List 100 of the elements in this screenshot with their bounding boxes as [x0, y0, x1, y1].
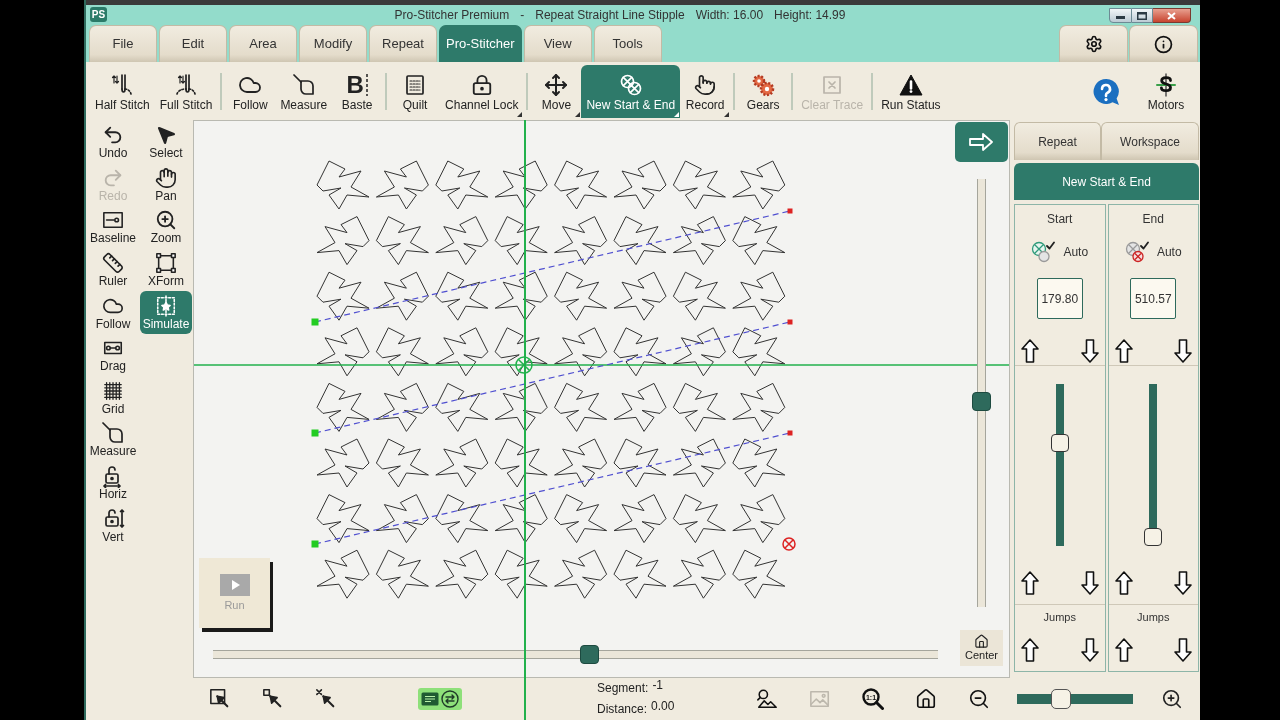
end-point-icon	[782, 537, 796, 551]
down-arrow-icon[interactable]	[1080, 339, 1099, 363]
up-arrow-icon[interactable]	[1114, 571, 1133, 595]
slider-thumb[interactable]	[971, 391, 991, 411]
panel-tab[interactable]: Workspace	[1101, 122, 1199, 160]
transform-frame-icon	[155, 252, 177, 275]
center-button[interactable]: Center	[960, 630, 1003, 666]
slider-thumb[interactable]	[1050, 689, 1071, 709]
title-dash: -	[520, 6, 525, 24]
slider-thumb[interactable]	[580, 645, 600, 664]
toolbar-button[interactable]: Run Status	[876, 65, 946, 118]
dimension-text: Height: 14.99	[774, 6, 846, 24]
crossed-circles-icon	[618, 72, 643, 97]
tool-button[interactable]: Undo	[87, 121, 139, 164]
tool-button[interactable]: Zoom	[140, 206, 192, 249]
auto-button[interactable]: Auto	[1124, 233, 1182, 271]
toolbar-button[interactable]: Full Stitch	[154, 65, 218, 118]
tool-button[interactable]: Horiz	[87, 461, 139, 505]
tool-button[interactable]: Drag	[87, 333, 139, 377]
menu-tab[interactable]: Pro-Stitcher	[439, 25, 522, 62]
maximize-button[interactable]	[1132, 8, 1153, 23]
menu-tab[interactable]: View	[523, 25, 592, 62]
image-zoom-icon[interactable]	[756, 688, 778, 710]
close-icon	[1167, 11, 1176, 20]
up-arrow-icon[interactable]	[1021, 571, 1039, 595]
move-arrows-icon	[544, 72, 569, 97]
tool-button[interactable]: Vert	[87, 504, 139, 547]
slider-thumb[interactable]	[1050, 434, 1069, 453]
tool-button[interactable]: Measure	[87, 419, 139, 462]
close-button[interactable]	[1153, 8, 1191, 23]
home-icon[interactable]	[915, 688, 937, 710]
tape-measure-icon	[101, 421, 125, 446]
dropdown-corner-icon	[517, 112, 523, 117]
right-arrow-icon	[969, 133, 993, 151]
motors-button[interactable]: Motors	[1136, 65, 1196, 118]
info-tab[interactable]	[1129, 25, 1198, 62]
up-arrow-icon[interactable]	[1021, 638, 1039, 662]
menu-tab[interactable]: Edit	[159, 25, 227, 62]
jumps-label: Jumps	[1043, 610, 1076, 625]
end-auto-icon	[1124, 241, 1149, 263]
minimize-button[interactable]	[1109, 8, 1132, 23]
menu-tab[interactable]: Tools	[593, 25, 662, 62]
next-arrow-button[interactable]	[954, 122, 1008, 162]
toolbar-button[interactable]: Half Stitch	[90, 65, 155, 118]
cursor-cross-icon[interactable]	[315, 688, 337, 710]
needle-icon	[110, 72, 135, 97]
down-arrow-icon[interactable]	[1174, 638, 1192, 662]
settings-icon	[1084, 35, 1103, 53]
cursor-square-icon[interactable]	[262, 688, 284, 710]
tool-button[interactable]: Simulate	[140, 291, 192, 334]
down-arrow-icon[interactable]	[1080, 571, 1099, 595]
auto-button[interactable]: Auto	[1031, 233, 1089, 271]
value-field[interactable]: 510.57	[1130, 278, 1177, 319]
toolbar-button[interactable]: Measure	[275, 65, 333, 118]
menu-tab[interactable]: File	[89, 25, 157, 62]
tool-button[interactable]: Ruler	[87, 248, 139, 292]
hand-icon	[155, 166, 177, 189]
status-value: 0.00	[651, 698, 675, 715]
column-heading: Start	[1047, 211, 1073, 228]
end-marker	[787, 430, 793, 436]
up-arrow-icon[interactable]	[1114, 339, 1133, 363]
dollar-sign-icon	[1154, 72, 1178, 97]
tool-button[interactable]: Follow	[87, 291, 139, 334]
document-name: Repeat Straight Line Stipple	[535, 6, 685, 24]
toolbar-button[interactable]: Quilt	[390, 65, 441, 118]
toolbar-button[interactable]: New Start & End	[581, 65, 681, 118]
settings-tab[interactable]	[1059, 25, 1128, 62]
toolbar-button[interactable]: Move	[531, 65, 582, 118]
toolbar-button[interactable]: Channel Lock	[440, 65, 524, 118]
column-heading: End	[1142, 211, 1164, 228]
value-field[interactable]: 179.80	[1036, 278, 1083, 319]
tool-button[interactable]: Select	[140, 121, 192, 164]
menu-tab[interactable]: Repeat	[369, 25, 437, 62]
play-icon	[219, 574, 250, 596]
tool-button[interactable]: Baseline	[87, 206, 139, 249]
down-arrow-icon[interactable]	[1080, 638, 1099, 662]
zoom-in-icon[interactable]	[1161, 688, 1183, 710]
help-icon[interactable]	[1092, 77, 1120, 106]
panel-tab[interactable]: Repeat	[1014, 122, 1101, 160]
start-marker	[311, 540, 319, 548]
toolbar-button[interactable]: Follow	[225, 65, 276, 118]
tool-button[interactable]: XForm	[140, 248, 192, 292]
toolbar-button[interactable]: Gears	[738, 65, 789, 118]
menu-tab[interactable]: Modify	[299, 25, 367, 62]
toolbar-button[interactable]: B Baste	[332, 65, 383, 118]
zoom-out-icon[interactable]	[968, 688, 990, 710]
toggle-button[interactable]	[418, 688, 462, 710]
tool-button[interactable]: Pan	[140, 163, 192, 207]
zoom-in-icon	[155, 209, 177, 232]
menu-tab[interactable]: Area	[229, 25, 297, 62]
cursor-arrow-icon	[155, 124, 177, 147]
cursor-box-icon[interactable]	[209, 688, 231, 710]
up-arrow-icon[interactable]	[1021, 339, 1039, 363]
down-arrow-icon[interactable]	[1174, 339, 1192, 363]
down-arrow-icon[interactable]	[1174, 571, 1192, 595]
toolbar-button[interactable]: Record	[680, 65, 731, 118]
tool-button[interactable]: Grid	[87, 376, 139, 420]
slider-thumb[interactable]	[1144, 528, 1163, 546]
status-label: Segment:	[597, 680, 649, 697]
up-arrow-icon[interactable]	[1114, 638, 1133, 662]
